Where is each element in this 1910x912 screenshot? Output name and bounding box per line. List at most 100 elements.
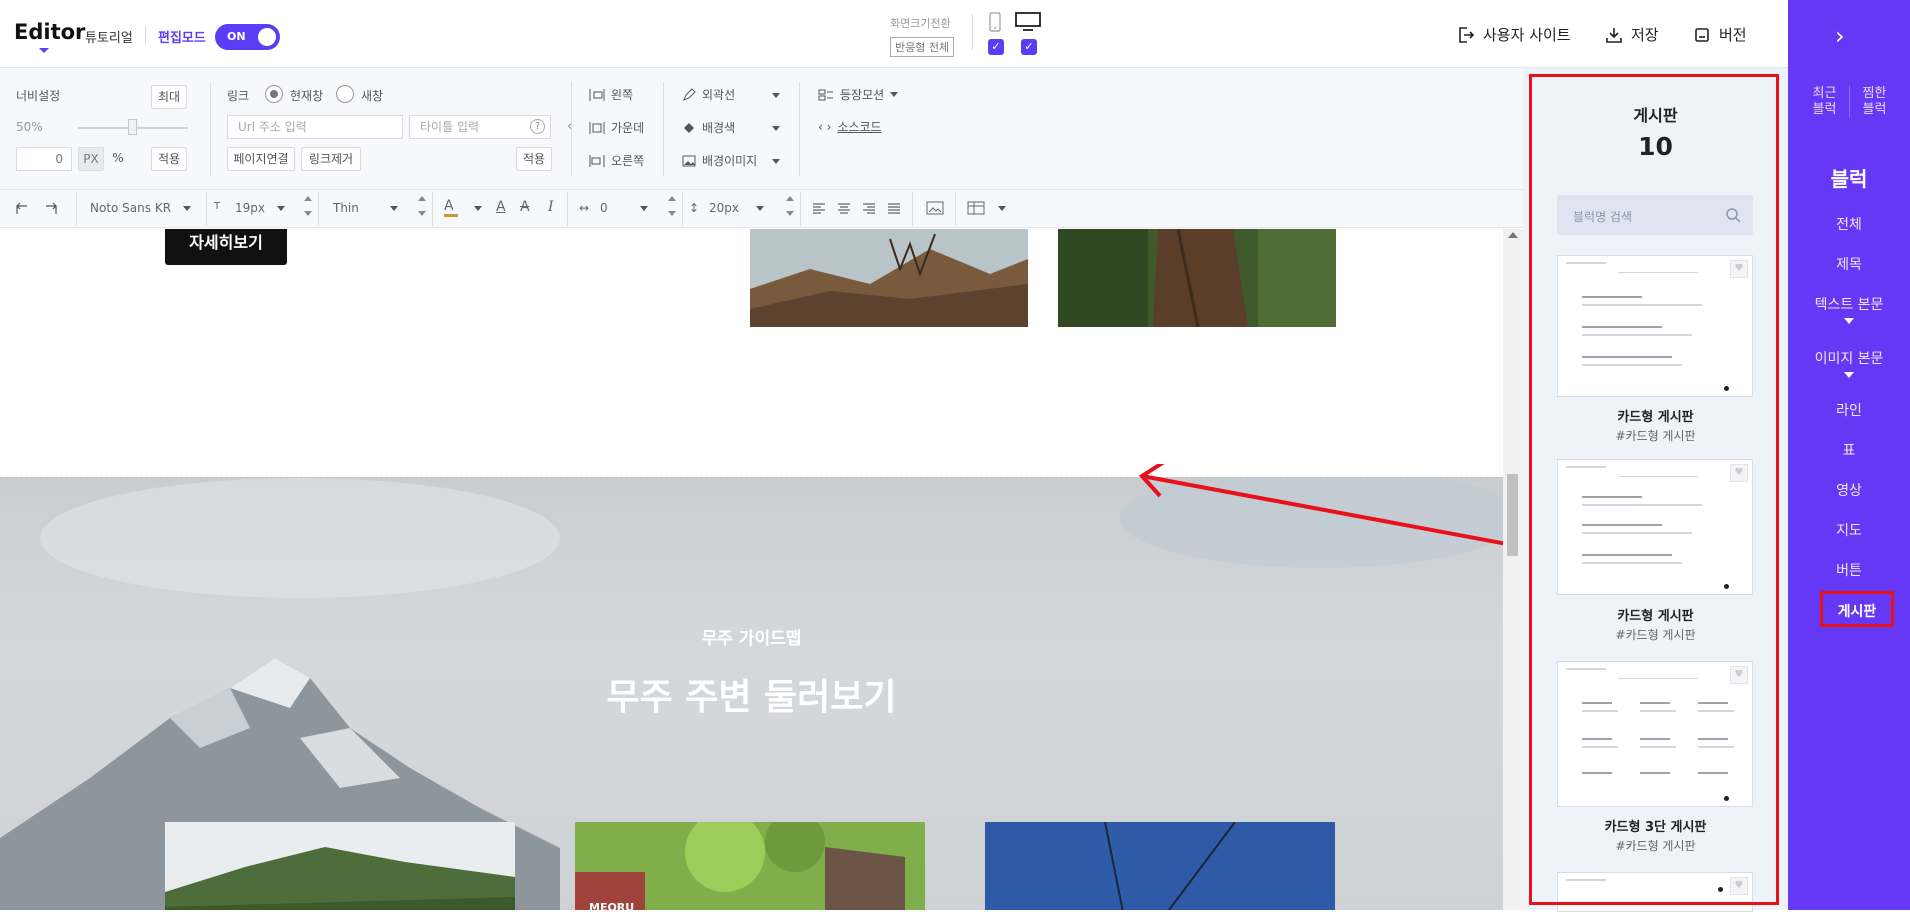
width-slider-handle[interactable] bbox=[128, 119, 137, 135]
font-family-dropdown-icon[interactable] bbox=[183, 206, 191, 211]
meoru-building-photo[interactable]: MEORU bbox=[575, 822, 925, 910]
logo-caret-icon[interactable] bbox=[39, 48, 49, 53]
heart-icon[interactable]: ♥ bbox=[1730, 260, 1748, 278]
sidebar-item-line[interactable]: 라인 bbox=[1788, 400, 1910, 420]
align-text-left-icon[interactable] bbox=[812, 202, 826, 216]
sidebar-item-image-body[interactable]: 이미지 본문 bbox=[1788, 348, 1910, 378]
width-input[interactable]: 0 bbox=[16, 147, 72, 171]
insert-image-icon[interactable] bbox=[926, 201, 944, 215]
font-size-dropdown-icon[interactable] bbox=[277, 206, 285, 211]
block-card[interactable]: ♥ bbox=[1557, 255, 1753, 397]
blue-sky-photo[interactable] bbox=[985, 822, 1335, 910]
responsive-all-button[interactable]: 반응형 전체 bbox=[890, 37, 955, 57]
font-weight-dropdown-icon[interactable] bbox=[390, 206, 398, 211]
block-card[interactable]: ♥ bbox=[1557, 661, 1753, 807]
mobile-checkbox[interactable]: ✓ bbox=[988, 39, 1004, 55]
sidebar-item-text-body[interactable]: 텍스트 본문 bbox=[1788, 294, 1910, 324]
font-weight-stepper[interactable] bbox=[415, 190, 429, 222]
insert-table-icon[interactable] bbox=[967, 201, 985, 215]
font-weight-select[interactable]: Thin bbox=[333, 201, 359, 215]
mountain-rock-photo[interactable] bbox=[750, 229, 1028, 327]
editor-logo[interactable]: Editor bbox=[14, 20, 85, 44]
sidebar-item-board[interactable]: 게시판 bbox=[1820, 591, 1894, 627]
align-text-center-icon[interactable] bbox=[837, 202, 851, 216]
width-apply-button[interactable]: 적용 bbox=[151, 147, 187, 171]
undo-icon[interactable] bbox=[14, 202, 30, 216]
letter-spacing-stepper[interactable] bbox=[665, 190, 679, 222]
bg-image-dropdown-icon[interactable] bbox=[772, 159, 780, 164]
page-link-button[interactable]: 페이지연결 bbox=[227, 147, 295, 171]
font-size-select[interactable]: 19px bbox=[235, 201, 265, 215]
line-height-select[interactable]: 20px bbox=[709, 201, 739, 215]
desktop-checkbox[interactable]: ✓ bbox=[1021, 39, 1037, 55]
hero-subtitle[interactable]: 무주 가이드맵 bbox=[0, 624, 1503, 649]
forest-tree-photo[interactable] bbox=[1058, 229, 1336, 327]
heart-icon[interactable]: ♥ bbox=[1730, 666, 1748, 684]
editor-canvas[interactable]: 자세히보기 무주 가이드맵 무주 주변 둘러보기 MEORU bbox=[0, 229, 1503, 910]
detail-button[interactable]: 자세히보기 bbox=[165, 229, 287, 265]
new-window-radio[interactable] bbox=[336, 85, 354, 103]
block-card[interactable]: ♥ bbox=[1557, 872, 1753, 912]
current-window-radio[interactable] bbox=[265, 85, 283, 103]
align-left-button[interactable]: 왼쪽 bbox=[589, 86, 633, 103]
tutorial-link[interactable]: 튜토리얼 bbox=[85, 27, 133, 46]
align-text-right-icon[interactable] bbox=[862, 202, 876, 216]
line-height-dropdown-icon[interactable] bbox=[756, 206, 764, 211]
table-dropdown-icon[interactable] bbox=[998, 206, 1006, 211]
sidebar-item-map[interactable]: 지도 bbox=[1788, 520, 1910, 540]
border-button[interactable]: 외곽선 bbox=[682, 86, 735, 103]
align-right-button[interactable]: 오른쪽 bbox=[589, 152, 644, 169]
font-family-select[interactable]: Noto Sans KR bbox=[90, 201, 171, 215]
search-icon[interactable] bbox=[1725, 207, 1741, 223]
green-hill-photo[interactable] bbox=[165, 822, 515, 910]
redo-icon[interactable] bbox=[43, 202, 59, 216]
hero-title[interactable]: 무주 주변 둘러보기 bbox=[0, 668, 1503, 720]
remove-link-button[interactable]: 링크제거 bbox=[301, 147, 361, 171]
sidebar-item-video[interactable]: 영상 bbox=[1788, 480, 1910, 500]
recent-blocks-tab[interactable]: 최근 블럭 bbox=[1802, 86, 1847, 118]
align-center-button[interactable]: 가운데 bbox=[589, 119, 644, 136]
align-text-justify-icon[interactable] bbox=[887, 202, 901, 216]
desktop-icon[interactable] bbox=[1014, 12, 1042, 32]
text-color-dropdown-icon[interactable] bbox=[474, 206, 482, 211]
link-apply-button[interactable]: 적용 bbox=[516, 147, 552, 171]
bg-color-button[interactable]: 배경색 bbox=[682, 119, 735, 136]
version-button[interactable]: 버전 bbox=[1693, 24, 1747, 45]
url-input[interactable]: Url 주소 입력 bbox=[227, 115, 403, 139]
user-site-button[interactable]: 사용자 사이트 bbox=[1457, 24, 1571, 45]
letter-spacing-select[interactable]: 0 bbox=[600, 201, 608, 215]
heart-icon[interactable]: ♥ bbox=[1730, 877, 1748, 895]
bg-image-button[interactable]: 배경이미지 bbox=[682, 152, 757, 169]
canvas-scrollbar[interactable] bbox=[1503, 229, 1523, 910]
scroll-up-icon[interactable] bbox=[1508, 232, 1518, 238]
source-code-button[interactable]: ‹ › 소스코드 bbox=[818, 118, 882, 135]
strikethrough-icon[interactable]: A bbox=[520, 199, 530, 215]
sidebar-item-all[interactable]: 전체 bbox=[1788, 214, 1910, 234]
favorite-blocks-tab[interactable]: 찜한 블럭 bbox=[1852, 86, 1897, 118]
save-button[interactable]: 저장 bbox=[1605, 24, 1659, 45]
sidebar-item-button[interactable]: 버튼 bbox=[1788, 560, 1910, 580]
border-dropdown-icon[interactable] bbox=[772, 93, 780, 98]
letter-spacing-dropdown-icon[interactable] bbox=[640, 206, 648, 211]
collapse-panel-icon[interactable]: › bbox=[1835, 22, 1845, 50]
mobile-icon[interactable] bbox=[988, 12, 1002, 32]
bg-color-dropdown-icon[interactable] bbox=[772, 126, 780, 131]
italic-icon[interactable]: I bbox=[548, 199, 554, 215]
underline-icon[interactable]: A bbox=[496, 199, 506, 215]
help-icon[interactable]: ? bbox=[530, 119, 545, 134]
appear-motion-dropdown-icon[interactable] bbox=[890, 92, 899, 97]
edit-mode-toggle[interactable]: ON bbox=[215, 24, 280, 50]
block-card[interactable]: ♥ bbox=[1557, 459, 1753, 595]
heart-icon[interactable]: ♥ bbox=[1730, 464, 1748, 482]
unit-px-button[interactable]: PX bbox=[78, 147, 104, 171]
block-search-input[interactable]: 블럭명 검색 bbox=[1557, 195, 1753, 235]
appear-motion-button[interactable]: 등장모션 bbox=[818, 86, 899, 103]
sidebar-item-title[interactable]: 제목 bbox=[1788, 254, 1910, 274]
max-width-button[interactable]: 최대 bbox=[151, 85, 187, 109]
sidebar-item-table[interactable]: 표 bbox=[1788, 440, 1910, 460]
line-height-stepper[interactable] bbox=[783, 190, 797, 222]
text-color-icon[interactable]: A bbox=[444, 198, 458, 217]
font-size-stepper[interactable] bbox=[301, 190, 315, 222]
unit-percent-button[interactable]: % bbox=[106, 147, 130, 171]
canvas-scroll-thumb[interactable] bbox=[1507, 474, 1518, 556]
